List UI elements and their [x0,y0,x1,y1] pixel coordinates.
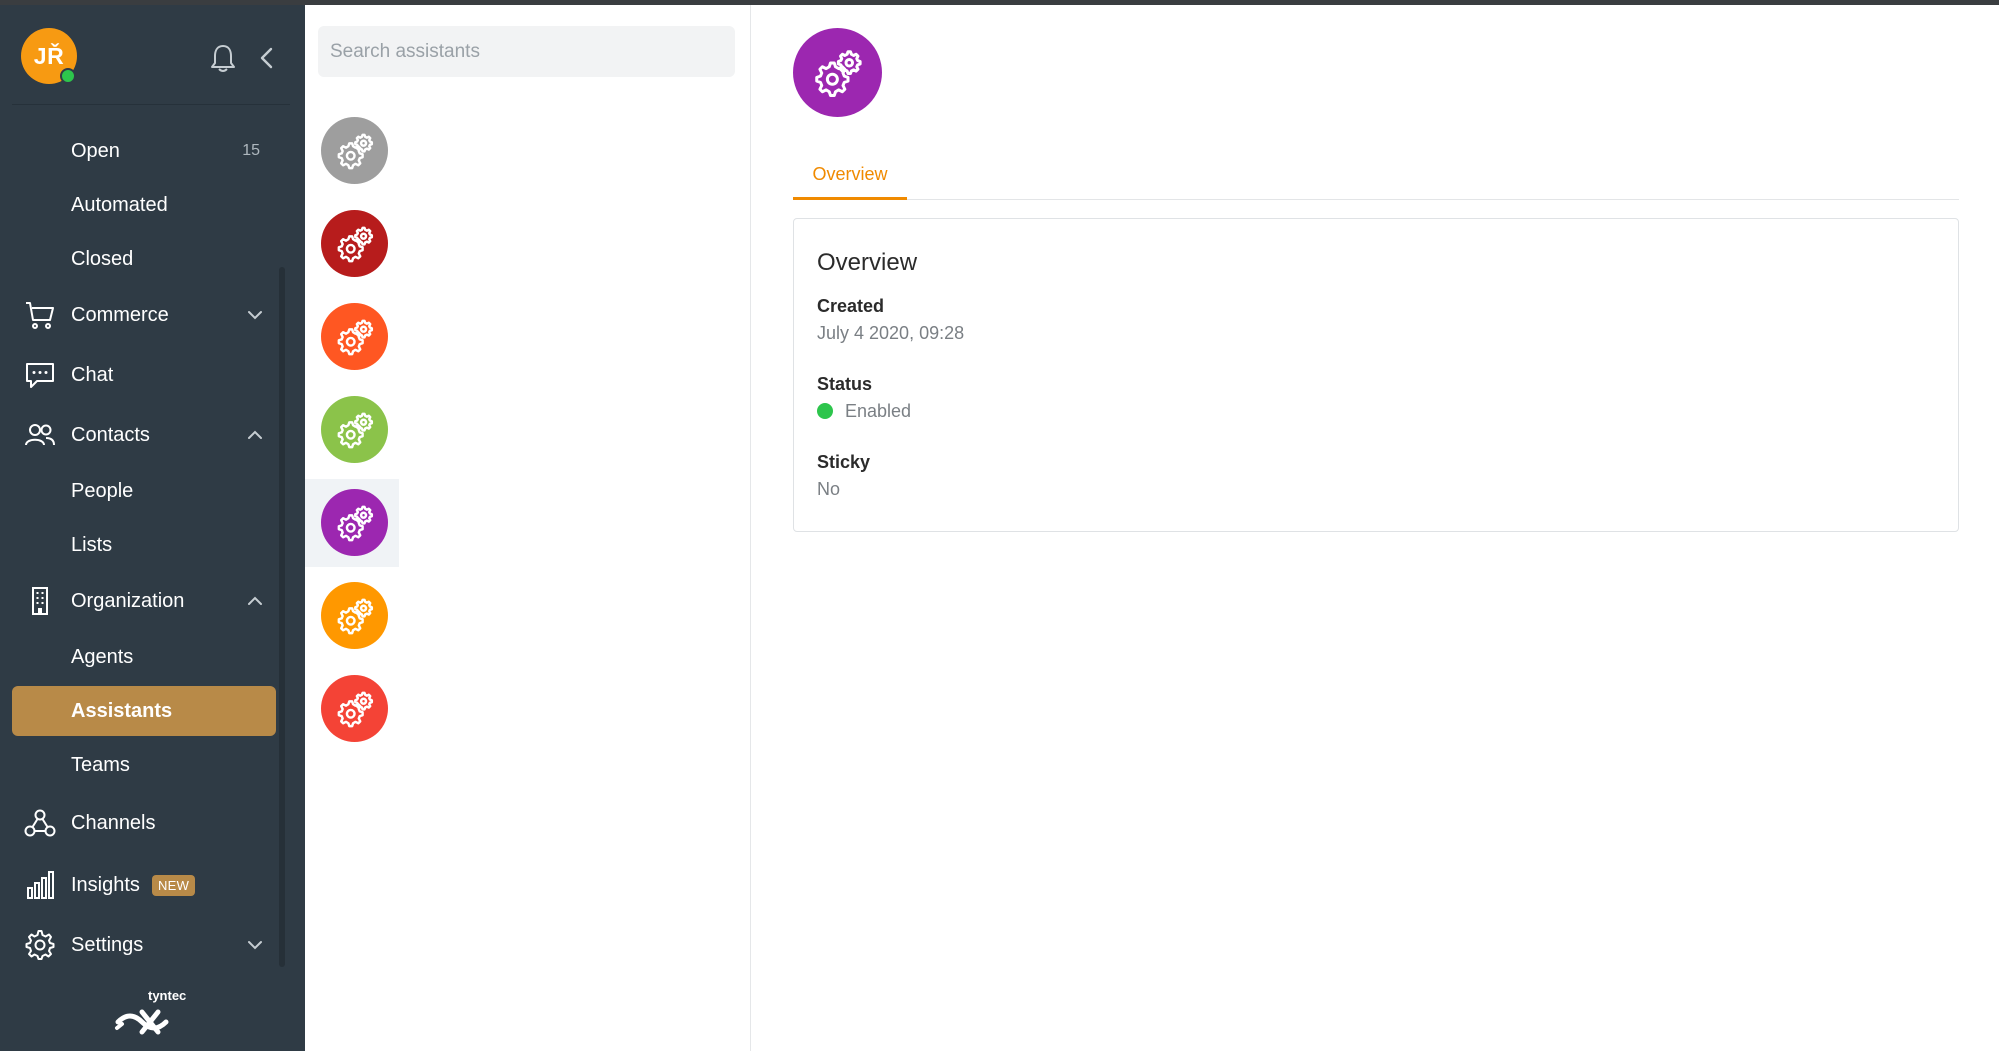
sidebar-item-label: Contacts [71,423,150,446]
status-value: Enabled [845,401,912,421]
sidebar-divider [12,104,290,105]
brand-name: tyntec [148,988,187,1003]
search-input[interactable] [318,26,735,77]
sidebar-item-label: Open [71,139,120,162]
gears-icon [337,691,373,727]
people-icon [25,424,55,446]
sidebar-item-label: People [71,479,134,502]
assistant-list-item[interactable] [305,386,399,474]
assistant-list-item[interactable] [305,107,399,195]
assistant-list-item[interactable] [305,665,399,753]
sidebar-item-organization[interactable]: Organization [12,576,276,626]
online-status-dot [60,68,76,84]
sidebar-item-contacts[interactable]: Contacts [12,410,276,460]
gears-icon [337,598,373,634]
gears-icon [337,226,373,262]
status-value-row: Enabled [817,401,911,422]
tab-overview[interactable]: Overview [793,151,907,200]
sidebar-item-agents[interactable]: Agents [12,632,276,682]
sidebar-item-commerce[interactable]: Commerce [12,290,276,340]
new-badge: NEW [151,874,196,896]
assistant-detail: Overview Overview Created July 4 2020, 0… [752,5,1999,1051]
created-label: Created [817,296,885,316]
sidebar-item-label: Organization [71,589,185,612]
bell-icon[interactable] [209,43,237,73]
channels-icon [24,809,56,837]
sidebar-item-closed[interactable]: Closed [12,234,276,284]
sidebar-item-label: Settings [71,933,144,956]
assistant-avatar [321,117,388,184]
assistant-list-item[interactable] [305,200,399,288]
assistant-avatar [321,582,388,649]
sidebar-item-label: Lists [71,533,113,556]
sidebar-item-label: Commerce [71,303,169,326]
chevron-up-icon [248,596,262,605]
assistant-avatar [321,303,388,370]
building-icon [32,587,48,615]
card-title: Overview [817,249,918,276]
gears-icon [337,133,373,169]
sticky-value: No [817,479,841,499]
sidebar-item-label: Closed [71,247,134,270]
chevron-down-icon [248,941,262,950]
status-label: Status [817,374,873,394]
sidebar-item-settings[interactable]: Settings [12,920,276,970]
sidebar-item-label: Agents [71,645,134,668]
sidebar-item-label: Assistants [71,699,173,722]
sidebar-item-lists[interactable]: Lists [12,520,276,570]
sidebar-item-open[interactable]: Open 15 [12,126,276,176]
assistant-avatar [321,396,388,463]
sidebar-item-chat[interactable]: Chat [12,350,276,400]
detail-tabs: Overview [793,151,1959,200]
created-value: July 4 2020, 09:28 [817,323,965,343]
assistant-avatar [321,210,388,277]
assistant-avatar [321,675,388,742]
sidebar-item-label: Channels [71,811,156,834]
sidebar-item-label: Automated [71,193,168,216]
cart-icon [26,302,54,329]
chevron-down-icon [248,311,262,320]
sidebar-item-channels[interactable]: Channels [12,798,276,848]
collapse-sidebar-icon[interactable] [256,45,278,71]
chat-icon [26,363,54,388]
sidebar-item-assistants[interactable]: Assistants [12,686,276,736]
sidebar-item-label: Insights [71,873,140,896]
gears-icon [814,49,862,97]
sidebar: JŘ Open 15 Automated Closed Commerce Cha… [0,5,305,1051]
gears-icon [337,505,373,541]
bar-chart-icon [27,871,54,899]
overview-card: Overview Created July 4 2020, 09:28 Stat… [793,218,1959,532]
gear-icon [25,930,55,960]
assistant-list-item[interactable] [305,479,399,567]
assistant-list-panel [305,5,751,1051]
status-dot [817,403,833,419]
sidebar-item-automated[interactable]: Automated [12,180,276,230]
assistant-avatar [793,28,882,117]
sticky-label: Sticky [817,452,871,472]
assistant-list-item[interactable] [305,293,399,381]
sidebar-header: JŘ [0,5,305,105]
chevron-up-icon [248,430,262,439]
assistant-avatar [321,489,388,556]
gears-icon [337,412,373,448]
sidebar-item-people[interactable]: People [12,466,276,516]
assistant-list-item[interactable] [305,572,399,660]
sidebar-item-teams[interactable]: Teams [12,740,276,790]
open-count-badge: 15 [242,142,260,159]
sidebar-scrollbar[interactable] [279,267,285,967]
gears-icon [337,319,373,355]
sidebar-item-label: Teams [71,753,130,776]
sidebar-item-insights[interactable]: Insights NEW [12,860,276,910]
sidebar-item-label: Chat [71,363,114,386]
